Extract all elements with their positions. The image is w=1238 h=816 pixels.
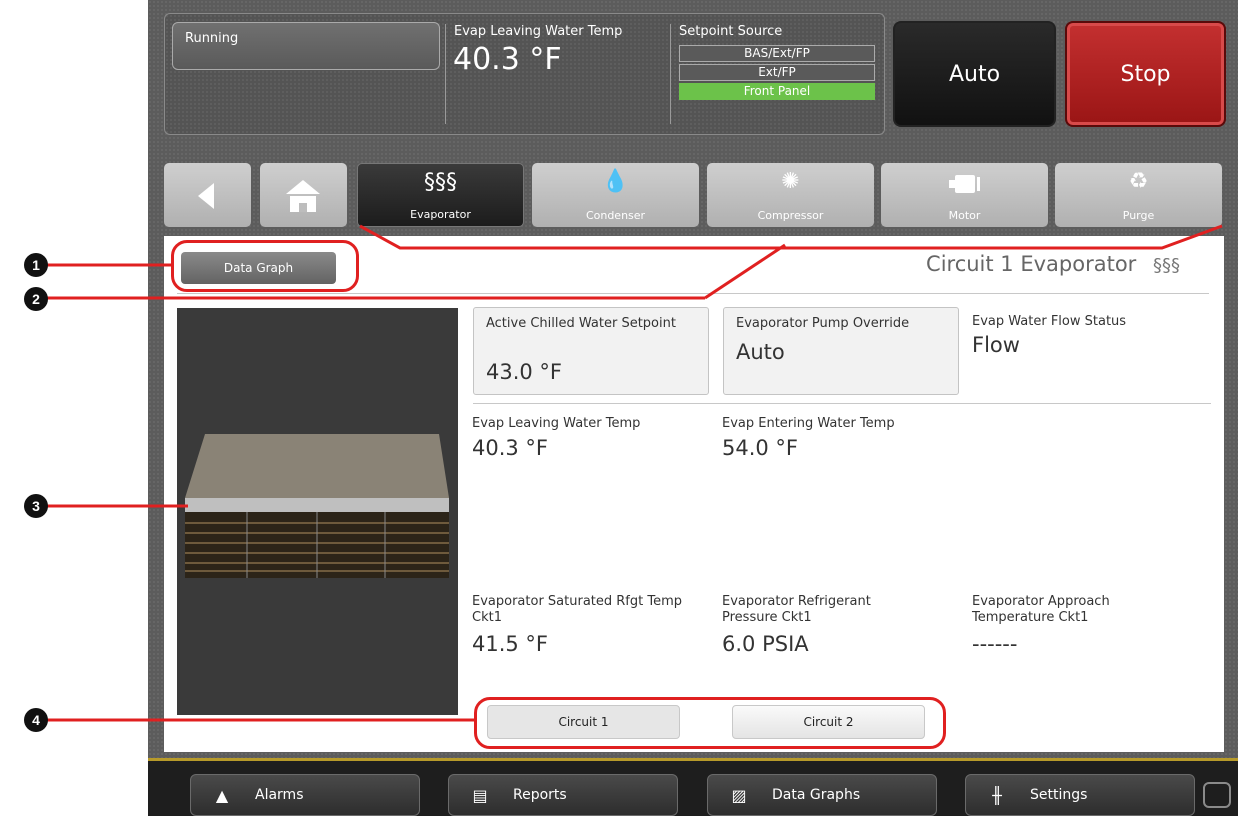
callout-badge-1: 1: [24, 253, 48, 277]
callout-lines: [40, 224, 1223, 722]
callout-badge-4: 4: [24, 708, 48, 732]
callout-badge-3: 3: [24, 494, 48, 518]
callout-badge-2: 2: [24, 287, 48, 311]
